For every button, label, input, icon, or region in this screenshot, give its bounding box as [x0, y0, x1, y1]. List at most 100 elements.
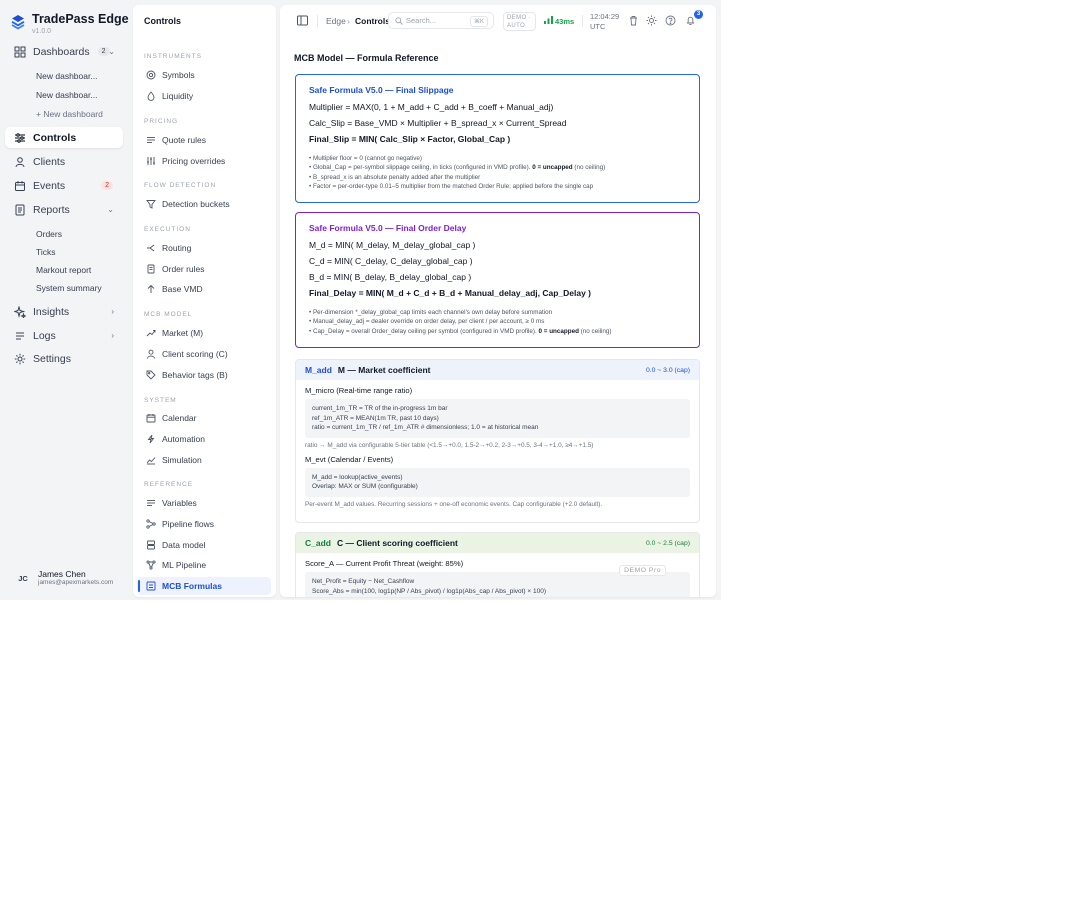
- breadcrumb-edge[interactable]: Edge: [326, 16, 346, 26]
- code-line: Overlap: MAX or SUM (configurable): [312, 483, 418, 490]
- delay-formula-title: Safe Formula V5.0 — Final Order Delay: [309, 223, 467, 233]
- chevron-right-icon[interactable]: ›: [111, 307, 114, 316]
- nav-settings-label: Settings: [33, 352, 71, 365]
- nav-clients[interactable]: Clients: [5, 151, 123, 172]
- target-icon: [146, 70, 156, 80]
- panel-item-liquidity[interactable]: Liquidity: [137, 87, 271, 105]
- section-heading: EXECUTION: [144, 226, 191, 233]
- sun-icon[interactable]: [646, 15, 657, 26]
- document-icon: [146, 264, 156, 274]
- panel-item-variables[interactable]: Variables: [137, 494, 271, 512]
- coefficient-name: M — Market coefficient: [337, 365, 431, 375]
- new-dashboard-link[interactable]: + New dashboard: [36, 108, 103, 120]
- panel-item-label: Pipeline flows: [162, 519, 214, 529]
- main-content: Edge › Controls ⌘K DEMO · AUTO 43ms 12:0…: [280, 5, 716, 597]
- nav-controls[interactable]: Controls: [5, 127, 123, 148]
- panel-item-base-vmd[interactable]: Base VMD: [137, 280, 271, 298]
- note-text: • Global_Cap = per-symbol slippage ceili…: [309, 164, 533, 172]
- nav-insights[interactable]: Insights ›: [5, 301, 123, 322]
- code-line: M_add = lookup(active_events): [312, 473, 403, 481]
- final-slip-formula: Final_Slip = MIN( Calc_Slip × Factor, Gl…: [309, 134, 511, 144]
- code-line: ratio = current_1m_TR / ref_1m_ATR # dim…: [312, 424, 539, 431]
- note-text: • Cap_Delay = overall Order_delay ceilin…: [309, 327, 539, 335]
- stack-logo-icon: [11, 15, 25, 30]
- trash-icon[interactable]: [628, 15, 639, 26]
- signal-bars-icon: [544, 16, 553, 24]
- nav-events[interactable]: Events 2: [5, 175, 123, 196]
- nav-report-item[interactable]: Markout report: [36, 264, 91, 276]
- help-icon[interactable]: [665, 15, 676, 26]
- nav-events-label: Events: [33, 179, 66, 192]
- app-name: TradePass Edge: [32, 12, 129, 26]
- panel-item-detection-buckets[interactable]: Detection buckets: [137, 195, 271, 213]
- nav-report-item[interactable]: Orders: [36, 228, 62, 240]
- sidebar-toggle-icon[interactable]: [297, 15, 308, 26]
- user-icon: [14, 156, 26, 168]
- nav-settings[interactable]: Settings: [5, 348, 123, 369]
- panel-item-label: Automation: [162, 434, 205, 444]
- formula-line: B_d = MIN( B_delay, B_delay_global_cap ): [309, 272, 472, 282]
- calendar-icon: [14, 180, 26, 192]
- panel-item-label: Liquidity: [162, 91, 194, 101]
- slippage-formula-card: Safe Formula V5.0 — Final Slippage Multi…: [295, 74, 700, 203]
- market-coefficient-card: M_add M — Market coefficient 0.0 ~ 3.0 (…: [295, 359, 700, 523]
- env-mode: DEMO ·: [507, 15, 532, 21]
- chevron-down-icon[interactable]: ⌄: [107, 205, 114, 214]
- avatar[interactable]: JC: [12, 570, 34, 586]
- search-input[interactable]: [406, 15, 466, 26]
- section-heading: FLOW DETECTION: [144, 182, 217, 189]
- coefficient-header: C_add C — Client scoring coefficient 0.0…: [296, 533, 699, 553]
- chevron-down-icon[interactable]: ⌄: [108, 47, 115, 56]
- nav-logs[interactable]: Logs ›: [5, 325, 123, 346]
- panel-item-market[interactable]: Market (M): [137, 324, 271, 342]
- subsection-title: M_evt (Calendar / Events): [305, 454, 394, 464]
- formula-note: • Per-dimension *_delay_global_cap limit…: [309, 309, 553, 316]
- lines-icon: [146, 498, 156, 508]
- filter-icon: [146, 199, 156, 209]
- events-count-badge: 2: [101, 181, 113, 190]
- panel-item-behavior-tags[interactable]: Behavior tags (B): [137, 366, 271, 384]
- formula-note: • Manual_delay_adj = dealer override on …: [309, 318, 545, 326]
- code-line: ref_1m_ATR = MEAN(1m TR, past 10 days): [312, 414, 439, 422]
- coefficient-header: M_add M — Market coefficient 0.0 ~ 3.0 (…: [296, 360, 699, 380]
- panel-item-client-scoring[interactable]: Client scoring (C): [137, 345, 271, 363]
- hint-text: Per-event M_add values. Recurring sessio…: [305, 500, 603, 508]
- environment-badge[interactable]: DEMO · AUTO: [503, 12, 536, 31]
- sparkle-icon: [14, 305, 26, 318]
- formula-line: Multiplier = MAX(0, 1 + M_add + C_add + …: [309, 102, 554, 112]
- panel-item-simulation[interactable]: Simulation: [137, 451, 271, 469]
- nav-reports[interactable]: Reports ⌄: [5, 199, 123, 220]
- panel-item-automation[interactable]: Automation: [137, 430, 271, 448]
- note-tail: (no ceiling): [578, 327, 612, 335]
- note-tail: (no ceiling): [572, 164, 606, 172]
- flow-icon: [146, 519, 156, 529]
- panel-item-routing[interactable]: Routing: [137, 239, 271, 257]
- arrow-up-icon: [146, 284, 156, 294]
- panel-item-pricing-overrides[interactable]: Pricing overrides: [137, 152, 271, 170]
- code-line: current_1m_TR = TR of the in-progress 1m…: [312, 405, 448, 412]
- code-block: M_add = lookup(active_events) Overlap: M…: [305, 467, 690, 497]
- code-line: Score_Abs = min(100, log1p(NP / Abs_pivo…: [312, 587, 547, 595]
- panel-item-symbols[interactable]: Symbols: [137, 66, 271, 84]
- panel-item-order-rules[interactable]: Order rules: [137, 260, 271, 278]
- database-icon: [146, 540, 156, 550]
- panel-item-pipeline-flows[interactable]: Pipeline flows: [137, 515, 271, 533]
- nav-report-item[interactable]: Ticks: [36, 246, 56, 258]
- panel-item-calendar[interactable]: Calendar: [137, 409, 271, 427]
- nav-dashboard-item[interactable]: New dashboar...: [36, 70, 97, 82]
- panel-item-ml-pipeline[interactable]: ML Pipeline: [137, 556, 271, 574]
- nav-dashboards[interactable]: Dashboards 2 ⌄: [5, 41, 123, 62]
- panel-item-data-model[interactable]: Data model: [137, 536, 271, 554]
- nav-dashboard-item[interactable]: New dashboar...: [36, 89, 97, 101]
- nav-report-item[interactable]: System summary: [36, 282, 102, 294]
- panel-item-mcb-formulas[interactable]: MCB Formulas: [137, 577, 271, 595]
- document-icon: [14, 204, 26, 216]
- panel-item-label: Simulation: [162, 455, 202, 465]
- search-box[interactable]: ⌘K: [388, 12, 494, 29]
- nav-logs-label: Logs: [33, 329, 56, 342]
- nav-reports-label: Reports: [33, 203, 70, 216]
- clock-time: 12:04:29: [590, 12, 620, 21]
- panel-item-label: Variables: [162, 498, 197, 508]
- panel-item-quote-rules[interactable]: Quote rules: [137, 131, 271, 149]
- chevron-right-icon[interactable]: ›: [111, 331, 114, 340]
